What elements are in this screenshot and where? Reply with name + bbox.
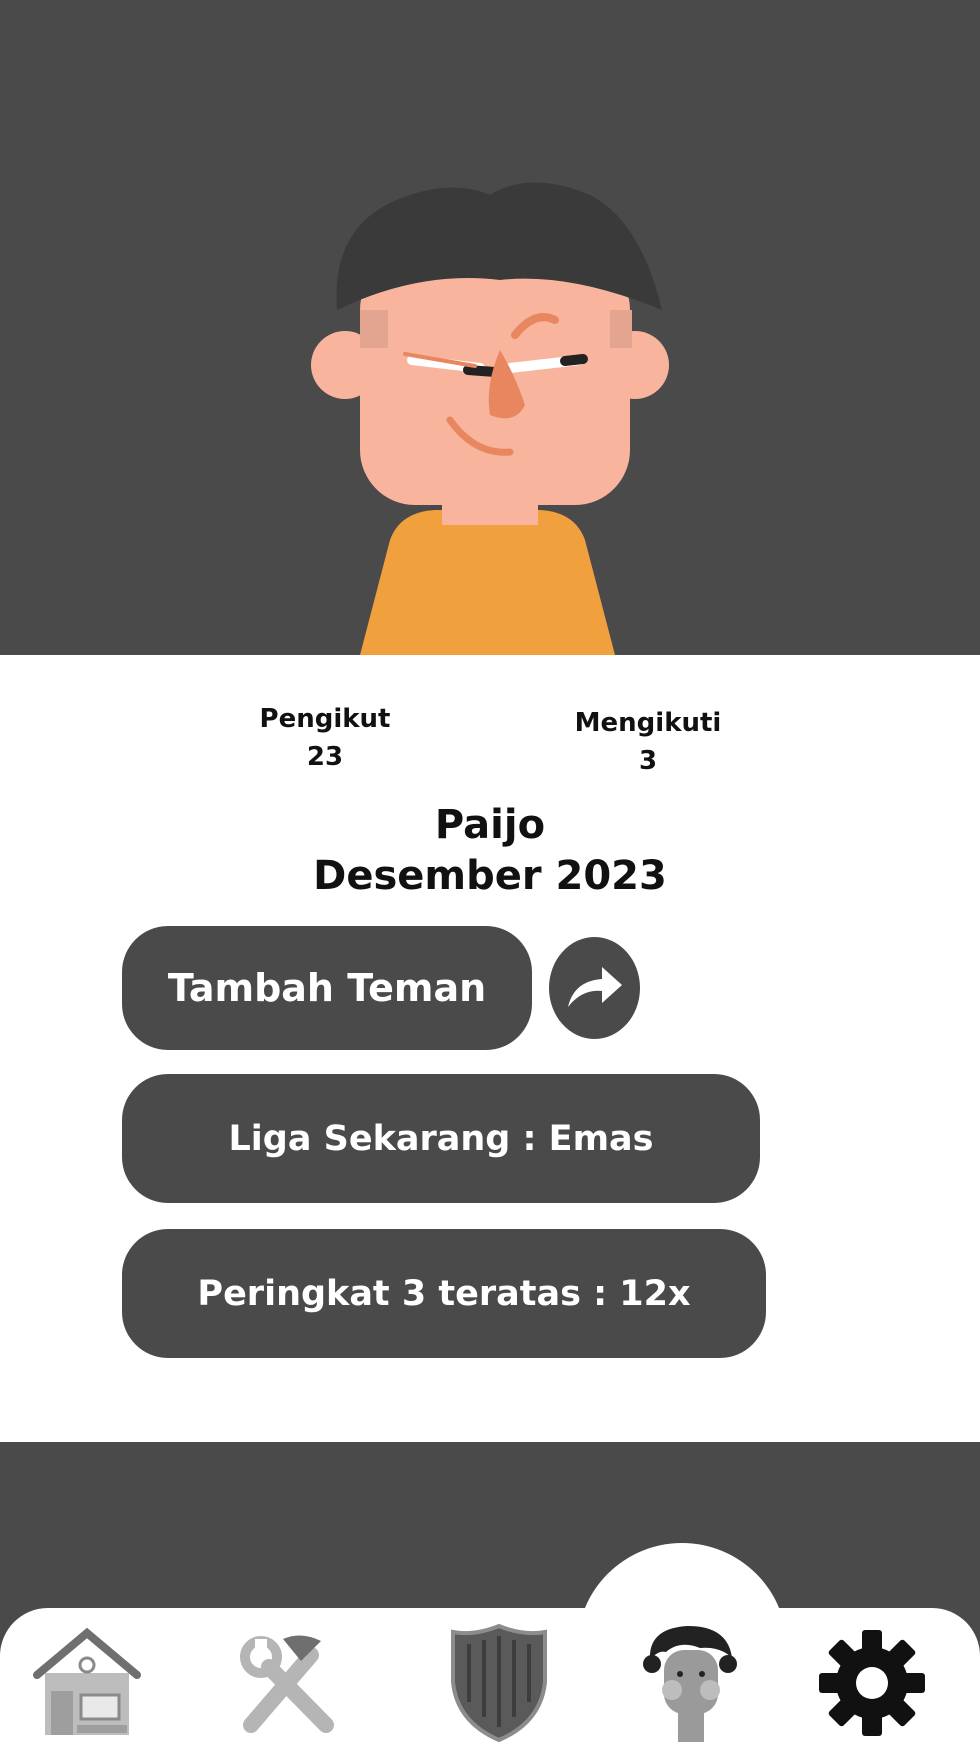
following-stat[interactable]: Mengikuti 3 (548, 704, 748, 780)
share-button[interactable] (549, 937, 640, 1039)
profile-avatar-illustration (210, 160, 765, 655)
nav-profile[interactable] (625, 1615, 755, 1750)
nav-settings[interactable] (807, 1615, 937, 1750)
avatar-illustration (311, 182, 669, 655)
followers-count: 23 (306, 742, 344, 772)
nav-league[interactable] (434, 1615, 564, 1750)
current-league-button[interactable]: Liga Sekarang : Emas (122, 1074, 760, 1203)
following-label: Mengikuti (574, 708, 722, 738)
followers-stat[interactable]: Pengikut 23 (225, 700, 425, 776)
following-count: 3 (638, 746, 658, 776)
followers-label: Pengikut (259, 704, 391, 734)
profile-header (0, 0, 980, 655)
share-arrow-icon (564, 961, 626, 1015)
gear-icon (817, 1628, 927, 1738)
profile-name: Paijo (434, 802, 546, 848)
nav-tools[interactable] (223, 1615, 353, 1750)
add-friend-button[interactable]: Tambah Teman (122, 926, 532, 1050)
join-date: Desember 2023 (313, 853, 667, 899)
tools-icon (231, 1625, 346, 1740)
top-rank-button[interactable]: Peringkat 3 teratas : 12x (122, 1229, 766, 1358)
profile-avatar-icon (640, 1620, 740, 1745)
home-icon (31, 1625, 143, 1740)
shield-icon (449, 1622, 549, 1744)
nav-home[interactable] (22, 1615, 152, 1750)
